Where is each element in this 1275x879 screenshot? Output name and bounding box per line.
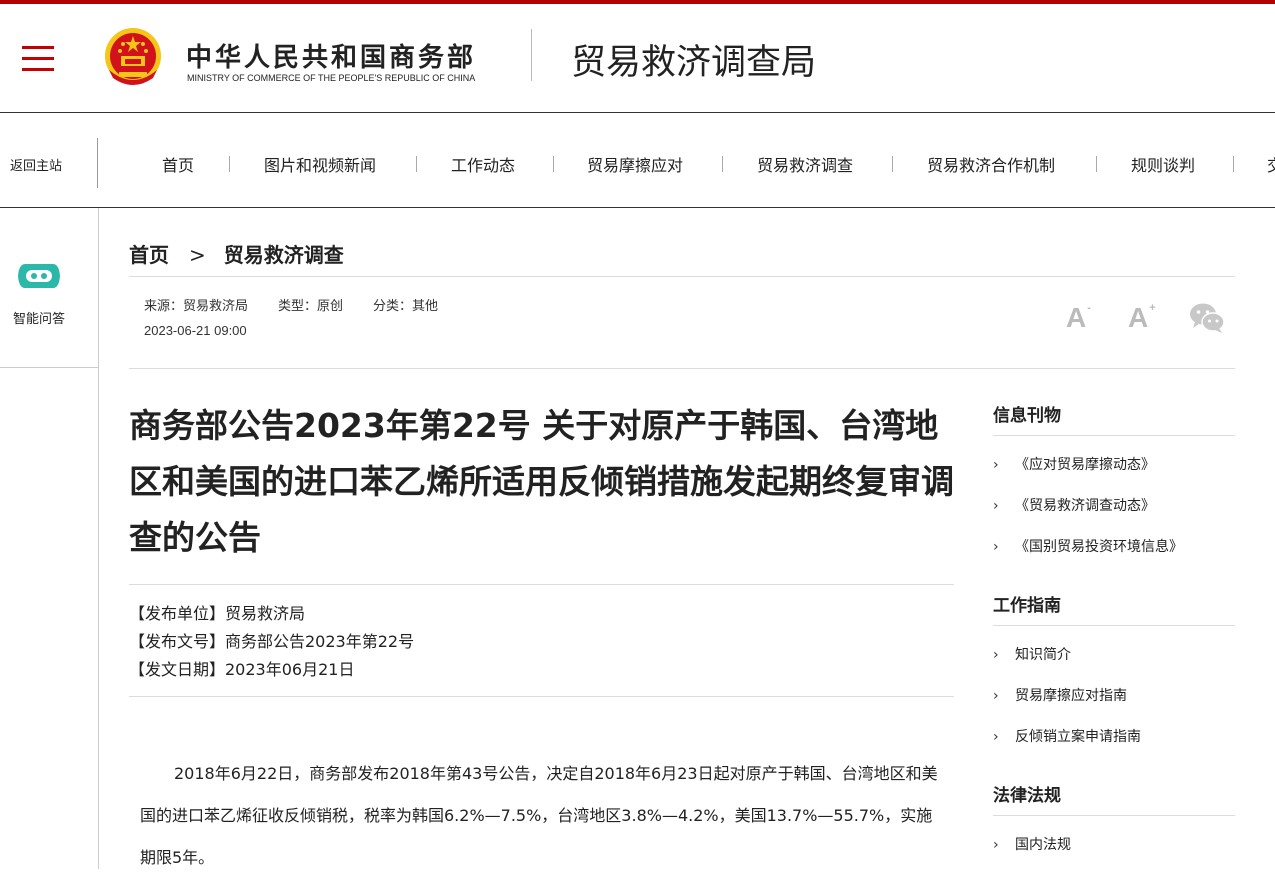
divider: [129, 696, 954, 697]
divider: [129, 276, 1235, 277]
header-divider: [531, 29, 532, 81]
breadcrumb: 首页 > 贸易救济调查: [129, 239, 344, 268]
font-decrease-glyph: A: [1066, 302, 1087, 333]
sidebar-item-label: 知识简介: [1015, 647, 1071, 663]
nav-separator: [1233, 156, 1234, 172]
sidebar-heading-guides: 工作指南: [993, 596, 1061, 616]
breadcrumb-separator: >: [189, 243, 206, 267]
sidebar-heading-publications: 信息刊物: [993, 406, 1061, 426]
smart-qa-label[interactable]: 智能问答: [0, 308, 78, 327]
divider: [993, 815, 1235, 816]
nav-item-trade-remedy-investigation[interactable]: 贸易救济调查: [757, 152, 853, 176]
sidebar-item-label: 《应对贸易摩擦动态》: [1015, 457, 1155, 473]
sidebar-heading-laws: 法律法规: [993, 786, 1061, 806]
chevron-right-icon: ›: [993, 457, 999, 473]
font-increase-sign: +: [1149, 301, 1156, 314]
meta-category: 分类：其他: [373, 299, 439, 314]
article-title: 商务部公告2023年第22号 关于对原产于韩国、台湾地区和美国的进口苯乙烯所适用…: [129, 406, 954, 557]
bureau-title[interactable]: 贸易救济调查局: [571, 34, 816, 85]
divider: [129, 584, 954, 585]
sidebar-item-antidumping-guide[interactable]: › 反倾销立案申请指南: [993, 726, 1141, 746]
menu-icon[interactable]: [22, 46, 54, 72]
divider: [993, 435, 1235, 436]
nav-item-truncated[interactable]: 交: [1267, 152, 1275, 176]
chevron-right-icon: ›: [993, 688, 999, 704]
nav-separator: [892, 156, 893, 172]
left-rail: 智能问答: [0, 208, 99, 869]
chevron-right-icon: ›: [993, 729, 999, 745]
font-increase-button[interactable]: A+: [1128, 302, 1156, 334]
article-meta: 来源：贸易救济局 类型：原创 分类：其他: [144, 295, 468, 314]
font-decrease-button[interactable]: A-: [1066, 302, 1091, 334]
sidebar-item-label: 《国别贸易投资环境信息》: [1015, 539, 1183, 555]
sidebar-item-label: 反倾销立案申请指南: [1015, 729, 1141, 745]
nav-item-cooperation[interactable]: 贸易救济合作机制: [927, 152, 1055, 176]
rail-divider: [0, 367, 98, 368]
nav-item-work-news[interactable]: 工作动态: [451, 152, 515, 176]
nav-separator: [722, 156, 723, 172]
chevron-right-icon: ›: [993, 647, 999, 663]
chevron-right-icon: ›: [993, 539, 999, 555]
site-header: 中华人民共和国商务部 MINISTRY OF COMMERCE OF THE P…: [0, 4, 1275, 113]
chevron-right-icon: ›: [993, 498, 999, 514]
sidebar-item-country-environment[interactable]: › 《国别贸易投资环境信息》: [993, 536, 1183, 556]
divider: [993, 625, 1235, 626]
font-decrease-sign: -: [1087, 301, 1091, 314]
chat-bot-icon[interactable]: [17, 261, 61, 291]
main-nav: 返回主站 首页 图片和视频新闻 工作动态 贸易摩擦应对 贸易救济调查 贸易救济合…: [0, 113, 1275, 208]
sidebar-item-trade-friction-news[interactable]: › 《应对贸易摩擦动态》: [993, 454, 1155, 474]
nav-separator: [229, 156, 230, 172]
breadcrumb-home[interactable]: 首页: [129, 243, 169, 267]
nav-separator: [553, 156, 554, 172]
sidebar-item-trade-remedy-news[interactable]: › 《贸易救济调查动态》: [993, 495, 1155, 515]
document-number-line: 【发布文号】商务部公告2023年第22号: [129, 632, 415, 651]
breadcrumb-current[interactable]: 贸易救济调查: [224, 243, 344, 267]
meta-type: 类型：原创: [278, 299, 344, 314]
wechat-share-icon[interactable]: [1189, 302, 1225, 334]
ministry-name-cn[interactable]: 中华人民共和国商务部: [186, 37, 476, 74]
sidebar-item-label: 贸易摩擦应对指南: [1015, 688, 1127, 704]
publish-datetime: 2023-06-21 09:00: [144, 323, 247, 338]
back-to-main-site-link[interactable]: 返回主站: [10, 155, 62, 174]
ministry-name-en: MINISTRY OF COMMERCE OF THE PEOPLE'S REP…: [187, 73, 476, 83]
nav-item-rules-negotiation[interactable]: 规则谈判: [1131, 152, 1195, 176]
nav-separator: [416, 156, 417, 172]
nav-divider: [97, 138, 98, 188]
sidebar-item-domestic-law[interactable]: › 国内法规: [993, 834, 1071, 854]
publication-info: 【发布单位】贸易救济局 【发布文号】商务部公告2023年第22号 【发文日期】2…: [129, 600, 414, 684]
nav-separator: [1096, 156, 1097, 172]
meta-source: 来源：贸易救济局: [144, 299, 249, 314]
publish-date-line: 【发文日期】2023年06月21日: [129, 660, 355, 679]
sidebar-item-knowledge[interactable]: › 知识简介: [993, 644, 1071, 664]
nav-item-trade-friction[interactable]: 贸易摩擦应对: [587, 152, 683, 176]
nav-item-home[interactable]: 首页: [162, 152, 194, 176]
chevron-right-icon: ›: [993, 837, 999, 853]
sidebar-item-label: 国内法规: [1015, 837, 1071, 853]
national-emblem-icon[interactable]: [103, 26, 163, 90]
font-increase-glyph: A: [1128, 302, 1149, 333]
publisher-line: 【发布单位】贸易救济局: [129, 604, 306, 623]
nav-item-photo-video-news[interactable]: 图片和视频新闻: [264, 152, 376, 176]
article-paragraph: 2018年6月22日，商务部发布2018年第43号公告，决定自2018年6月23…: [140, 764, 938, 867]
sidebar-item-label: 《贸易救济调查动态》: [1015, 498, 1155, 514]
sidebar-item-friction-guide[interactable]: › 贸易摩擦应对指南: [993, 685, 1127, 705]
divider: [129, 368, 1235, 369]
